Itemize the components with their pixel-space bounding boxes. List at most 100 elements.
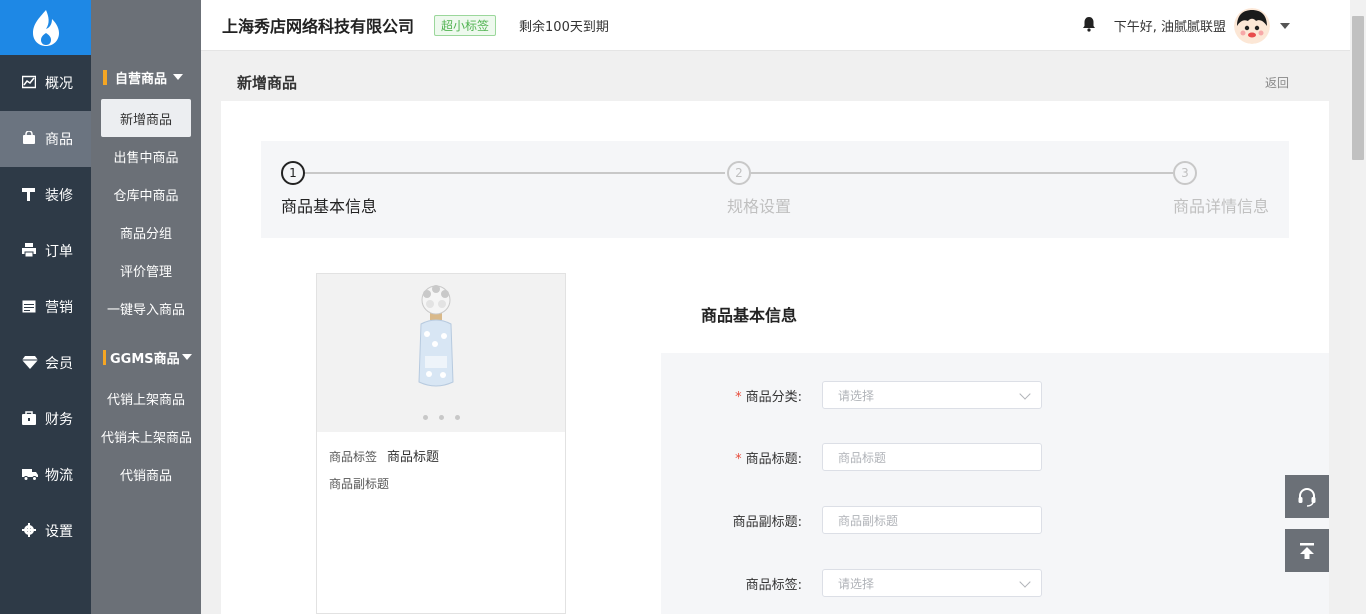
- arrow-up-to-top-icon: [1300, 542, 1314, 559]
- step-3-label: 商品详情信息: [1173, 197, 1270, 216]
- subnav-item-consign-listed[interactable]: 代销上架商品: [91, 379, 201, 417]
- product-image-carousel[interactable]: [317, 274, 565, 432]
- nav-item-settings[interactable]: 设置: [0, 503, 91, 559]
- app-logo[interactable]: [0, 0, 91, 55]
- group-accent-bar: [103, 69, 107, 85]
- nav-item-marketing[interactable]: 营销: [0, 279, 91, 335]
- subnav-item-consign-goods[interactable]: 代销商品: [91, 455, 201, 493]
- nav-label: 商品: [45, 132, 73, 148]
- nav-label: 财务: [45, 412, 73, 428]
- carousel-dot[interactable]: [454, 415, 460, 420]
- user-area: 下午好, 油腻腻联盟: [1082, 0, 1290, 51]
- subtitle-input[interactable]: 商品副标题: [822, 506, 1042, 534]
- page-titlebar: 新增商品 返回: [221, 52, 1329, 101]
- nav-label: 营销: [45, 300, 73, 316]
- avatar[interactable]: [1234, 7, 1270, 44]
- bell-icon[interactable]: [1082, 16, 1096, 36]
- input-placeholder: 商品标题: [838, 450, 887, 465]
- step-1-number: 1: [281, 161, 305, 185]
- paint-roller-icon: [22, 187, 38, 203]
- required-mark: *: [735, 389, 742, 405]
- print-icon: [22, 243, 38, 259]
- step-2-number: 2: [727, 161, 751, 185]
- nav-label: 概况: [45, 76, 73, 92]
- carousel-dot[interactable]: [438, 415, 444, 420]
- subnav-item-on-sale[interactable]: 出售中商品: [91, 137, 201, 175]
- customer-service-button[interactable]: [1285, 475, 1329, 518]
- diamond-icon: [22, 355, 38, 371]
- select-placeholder: 请选择: [838, 388, 875, 403]
- field-title: * 商品标题: 商品标题: [661, 443, 1329, 471]
- phone-preview: 商品标签 商品标题 商品副标题: [316, 273, 566, 614]
- preview-tag: 商品标签: [329, 450, 378, 464]
- group-accent-bar: [103, 349, 106, 365]
- field-label-text: 商品标签:: [745, 577, 802, 593]
- subnav-item-groups[interactable]: 商品分组: [91, 213, 201, 251]
- subnav-item-add-goods[interactable]: 新增商品: [101, 99, 191, 137]
- greeting-text: 下午好, 油腻腻联盟: [1113, 20, 1226, 35]
- step-3-number: 3: [1173, 161, 1197, 185]
- preview-subtitle: 商品副标题: [329, 477, 390, 491]
- steps-bar: 1 商品基本信息 2 规格设置 3 商品详情信息: [261, 141, 1289, 238]
- subnav-item-import[interactable]: 一键导入商品: [91, 289, 201, 327]
- scrollbar-thumb[interactable]: [1352, 16, 1364, 160]
- subnav-item-warehouse[interactable]: 仓库中商品: [91, 175, 201, 213]
- caret-down-icon[interactable]: [1280, 22, 1290, 29]
- headset-icon: [1298, 487, 1316, 507]
- chart-icon: [21, 75, 38, 91]
- nav-item-orders[interactable]: 订单: [0, 223, 91, 279]
- carousel-dots: [317, 415, 565, 420]
- nav-label: 装修: [45, 188, 73, 204]
- flame-logo-icon: [32, 9, 59, 46]
- subnav-item-reviews[interactable]: 评价管理: [91, 251, 201, 289]
- nav-item-logistics[interactable]: 物流: [0, 447, 91, 503]
- perfume-bottle-image: [418, 285, 454, 387]
- field-label-text: 商品分类:: [745, 389, 802, 405]
- step-1-label: 商品基本信息: [281, 197, 378, 216]
- nav-item-decoration[interactable]: 装修: [0, 167, 91, 223]
- nav-label: 物流: [45, 468, 73, 484]
- subnav-group-ggms[interactable]: GGMS商品: [91, 335, 201, 379]
- group-label: 自营商品: [115, 71, 168, 87]
- tag-select[interactable]: 请选择: [822, 569, 1042, 597]
- step-connector: [751, 172, 1173, 174]
- page-scrollbar[interactable]: [1350, 0, 1366, 614]
- nav-item-finance[interactable]: 财务: [0, 391, 91, 447]
- subnav-group-self[interactable]: 自营商品: [91, 55, 201, 99]
- field-label-text: 商品副标题:: [732, 514, 802, 530]
- field-tag: 商品标签: 请选择: [661, 569, 1329, 597]
- field-subtitle: 商品副标题: 商品副标题: [661, 506, 1329, 534]
- carousel-dot[interactable]: [422, 415, 428, 420]
- back-to-top-button[interactable]: [1285, 529, 1329, 572]
- nav-item-overview[interactable]: 概况: [0, 55, 91, 111]
- expiry-text: 剩余100天到期: [519, 19, 609, 35]
- status-badge: 超小标签: [434, 14, 497, 36]
- field-label: * 商品标题:: [661, 448, 802, 467]
- input-placeholder: 商品副标题: [838, 513, 899, 528]
- basic-info-form: * 商品分类: 请选择 * 商品标题: 商品标题 商品副标题: 商品副标题 商品标: [661, 353, 1329, 614]
- nav-item-goods[interactable]: 商品: [0, 111, 91, 167]
- select-placeholder: 请选择: [838, 576, 875, 591]
- field-label: 商品副标题:: [661, 511, 802, 530]
- wallet-icon: [22, 411, 38, 427]
- content-card: 1 商品基本信息 2 规格设置 3 商品详情信息 商品标签 商品标题 商品副标题…: [221, 101, 1329, 614]
- preview-title-row: 商品标签 商品标题: [317, 446, 565, 465]
- bag-icon: [22, 130, 38, 147]
- nav-item-members[interactable]: 会员: [0, 335, 91, 391]
- nav-label: 设置: [45, 524, 73, 540]
- nav-label: 会员: [45, 356, 73, 372]
- back-link[interactable]: 返回: [1265, 74, 1289, 91]
- page-title: 新增商品: [237, 74, 298, 92]
- preview-title: 商品标题: [387, 450, 440, 465]
- group-label: GGMS商品: [110, 351, 180, 367]
- subnav-item-consign-unlisted[interactable]: 代销未上架商品: [91, 417, 201, 455]
- step-connector: [293, 172, 725, 174]
- title-input[interactable]: 商品标题: [822, 443, 1042, 471]
- field-label: 商品标签:: [661, 574, 802, 593]
- form-heading: 商品基本信息: [701, 306, 798, 325]
- category-select[interactable]: 请选择: [822, 381, 1042, 409]
- chevron-down-icon: [1019, 576, 1031, 588]
- nav-label: 订单: [45, 244, 73, 260]
- field-label-text: 商品标题:: [745, 451, 802, 467]
- field-category: * 商品分类: 请选择: [661, 381, 1329, 409]
